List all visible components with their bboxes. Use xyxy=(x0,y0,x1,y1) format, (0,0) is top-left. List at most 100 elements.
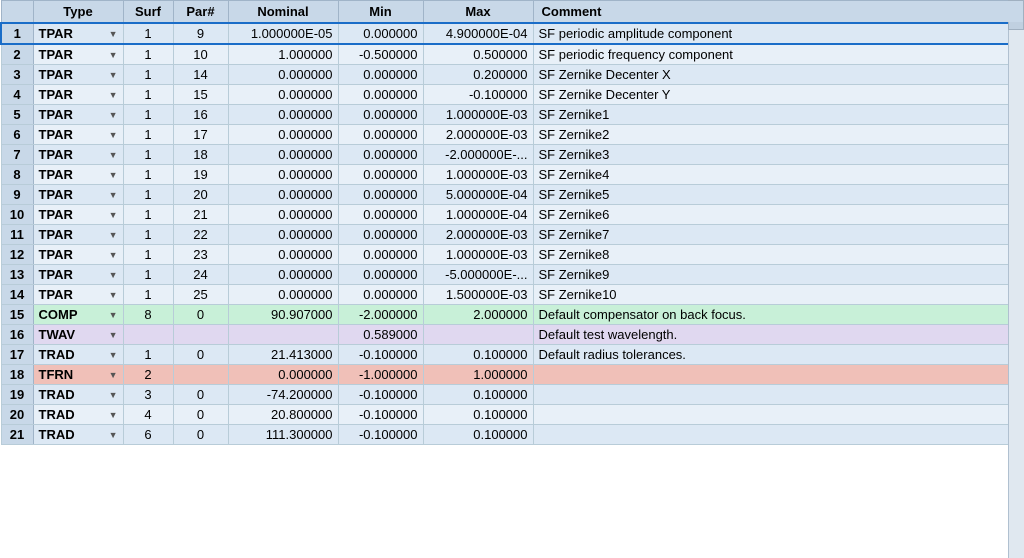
nominal-cell: 111.300000 xyxy=(228,425,338,445)
table-row[interactable]: 14TPAR▼1250.0000000.0000001.500000E-03SF… xyxy=(1,285,1023,305)
comment-cell: SF Zernike4 xyxy=(533,165,1023,185)
type-dropdown-arrow[interactable]: ▼ xyxy=(109,110,118,120)
max-cell: 5.000000E-04 xyxy=(423,185,533,205)
type-label: TPAR xyxy=(39,187,73,202)
type-cell[interactable]: TFRN▼ xyxy=(33,365,123,385)
type-dropdown-arrow[interactable]: ▼ xyxy=(109,190,118,200)
nominal-cell: 20.800000 xyxy=(228,405,338,425)
par-cell: 21 xyxy=(173,205,228,225)
type-cell[interactable]: TPAR▼ xyxy=(33,165,123,185)
par-cell: 17 xyxy=(173,125,228,145)
table-row[interactable]: 20TRAD▼4020.800000-0.1000000.100000 xyxy=(1,405,1023,425)
type-cell[interactable]: TPAR▼ xyxy=(33,65,123,85)
type-cell[interactable]: TPAR▼ xyxy=(33,205,123,225)
type-dropdown-arrow[interactable]: ▼ xyxy=(109,170,118,180)
table-row[interactable]: 7TPAR▼1180.0000000.000000-2.000000E-...S… xyxy=(1,145,1023,165)
max-cell: 2.000000E-03 xyxy=(423,225,533,245)
surf-cell: 1 xyxy=(123,205,173,225)
type-cell[interactable]: TWAV▼ xyxy=(33,325,123,345)
type-dropdown-arrow[interactable]: ▼ xyxy=(109,70,118,80)
table-row[interactable]: 15COMP▼8090.907000-2.0000002.000000Defau… xyxy=(1,305,1023,325)
nominal-cell: 0.000000 xyxy=(228,65,338,85)
table-body: 1TPAR▼191.000000E-050.0000004.900000E-04… xyxy=(1,23,1023,445)
type-cell[interactable]: TRAD▼ xyxy=(33,385,123,405)
type-dropdown-arrow[interactable]: ▼ xyxy=(109,29,118,39)
table-row[interactable]: 9TPAR▼1200.0000000.0000005.000000E-04SF … xyxy=(1,185,1023,205)
table-row[interactable]: 1TPAR▼191.000000E-050.0000004.900000E-04… xyxy=(1,23,1023,44)
table-row[interactable]: 6TPAR▼1170.0000000.0000002.000000E-03SF … xyxy=(1,125,1023,145)
type-cell[interactable]: TRAD▼ xyxy=(33,405,123,425)
table-row[interactable]: 11TPAR▼1220.0000000.0000002.000000E-03SF… xyxy=(1,225,1023,245)
row-number: 21 xyxy=(1,425,33,445)
type-dropdown-arrow[interactable]: ▼ xyxy=(109,90,118,100)
min-cell: 0.000000 xyxy=(338,205,423,225)
col-header-par[interactable]: Par# xyxy=(173,1,228,24)
type-cell[interactable]: TPAR▼ xyxy=(33,125,123,145)
type-cell[interactable]: TPAR ▼ xyxy=(33,185,123,205)
type-dropdown-arrow[interactable]: ▼ xyxy=(109,430,118,440)
type-dropdown-arrow[interactable]: ▼ xyxy=(109,250,118,260)
type-cell[interactable]: TPAR▼ xyxy=(33,105,123,125)
table-row[interactable]: 3TPAR▼1140.0000000.0000000.200000SF Zern… xyxy=(1,65,1023,85)
type-cell[interactable]: TPAR▼ xyxy=(33,285,123,305)
row-number: 17 xyxy=(1,345,33,365)
type-dropdown-arrow[interactable]: ▼ xyxy=(109,310,118,320)
comment-cell: SF Zernike2 xyxy=(533,125,1023,145)
par-cell: 24 xyxy=(173,265,228,285)
par-cell: 0 xyxy=(173,425,228,445)
type-dropdown-arrow[interactable]: ▼ xyxy=(109,350,118,360)
type-cell[interactable]: COMP▼ xyxy=(33,305,123,325)
type-cell[interactable]: TRAD▼ xyxy=(33,425,123,445)
par-cell: 23 xyxy=(173,245,228,265)
col-header-surf[interactable]: Surf xyxy=(123,1,173,24)
min-cell: 0.000000 xyxy=(338,85,423,105)
table-row[interactable]: 17TRAD▼1021.413000-0.1000000.100000Defau… xyxy=(1,345,1023,365)
type-dropdown-arrow[interactable]: ▼ xyxy=(109,370,118,380)
type-dropdown-arrow[interactable]: ▼ xyxy=(109,410,118,420)
type-cell[interactable]: TPAR ▼ xyxy=(33,23,123,44)
table-row[interactable]: 5TPAR▼1160.0000000.0000001.000000E-03SF … xyxy=(1,105,1023,125)
vertical-scrollbar[interactable] xyxy=(1008,0,1024,558)
type-dropdown-arrow[interactable]: ▼ xyxy=(109,230,118,240)
type-dropdown-arrow[interactable]: ▼ xyxy=(109,390,118,400)
table-row[interactable]: 10TPAR▼1210.0000000.0000001.000000E-04SF… xyxy=(1,205,1023,225)
type-dropdown-arrow[interactable]: ▼ xyxy=(109,330,118,340)
col-header-type[interactable]: Type xyxy=(33,1,123,24)
table-row[interactable]: 8TPAR▼1190.0000000.0000001.000000E-03SF … xyxy=(1,165,1023,185)
table-row[interactable]: 18TFRN▼20.000000-1.0000001.000000 xyxy=(1,365,1023,385)
table-row[interactable]: 4TPAR▼1150.0000000.000000-0.100000SF Zer… xyxy=(1,85,1023,105)
par-cell xyxy=(173,325,228,345)
col-header-max[interactable]: Max xyxy=(423,1,533,24)
max-cell: 1.000000E-03 xyxy=(423,245,533,265)
table-row[interactable]: 21TRAD▼60111.300000-0.1000000.100000 xyxy=(1,425,1023,445)
table-row[interactable]: 2TPAR▼1101.000000-0.5000000.500000SF per… xyxy=(1,44,1023,65)
type-label: TPAR xyxy=(39,26,73,41)
type-cell[interactable]: TPAR▼ xyxy=(33,85,123,105)
max-cell: 0.200000 xyxy=(423,65,533,85)
type-dropdown-arrow[interactable]: ▼ xyxy=(109,270,118,280)
col-header-nominal[interactable]: Nominal xyxy=(228,1,338,24)
type-label: TPAR xyxy=(39,147,73,162)
type-cell[interactable]: TPAR ▼ xyxy=(33,145,123,165)
type-cell[interactable]: TPAR ▼ xyxy=(33,44,123,65)
nominal-cell: 0.000000 xyxy=(228,105,338,125)
col-header-comment[interactable]: Comment xyxy=(533,1,1023,24)
type-cell[interactable]: TPAR▼ xyxy=(33,225,123,245)
table-row[interactable]: 19TRAD▼30-74.200000-0.1000000.100000 xyxy=(1,385,1023,405)
type-dropdown-arrow[interactable]: ▼ xyxy=(109,210,118,220)
type-label: TPAR xyxy=(39,47,73,62)
type-cell[interactable]: TRAD▼ xyxy=(33,345,123,365)
nominal-cell: 90.907000 xyxy=(228,305,338,325)
table-row[interactable]: 16TWAV▼0.589000Default test wavelength. xyxy=(1,325,1023,345)
table-row[interactable]: 12TPAR▼1230.0000000.0000001.000000E-03SF… xyxy=(1,245,1023,265)
type-dropdown-arrow[interactable]: ▼ xyxy=(109,130,118,140)
par-cell: 20 xyxy=(173,185,228,205)
type-dropdown-arrow[interactable]: ▼ xyxy=(109,150,118,160)
min-cell: -0.100000 xyxy=(338,385,423,405)
type-cell[interactable]: TPAR▼ xyxy=(33,245,123,265)
type-cell[interactable]: TPAR▼ xyxy=(33,265,123,285)
col-header-min[interactable]: Min xyxy=(338,1,423,24)
type-dropdown-arrow[interactable]: ▼ xyxy=(109,290,118,300)
type-dropdown-arrow[interactable]: ▼ xyxy=(109,50,118,60)
table-row[interactable]: 13TPAR▼1240.0000000.000000-5.000000E-...… xyxy=(1,265,1023,285)
